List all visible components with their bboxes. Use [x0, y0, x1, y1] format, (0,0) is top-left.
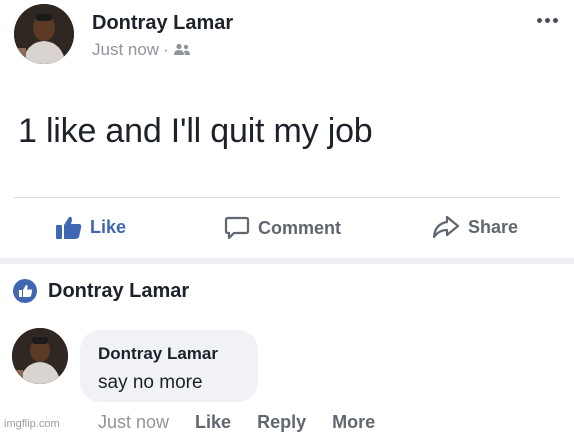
- like-button[interactable]: Like: [56, 215, 126, 239]
- post-meta: Just now ·: [92, 40, 191, 60]
- commenting-as-name: Dontray Lamar: [48, 279, 190, 302]
- post-author-name[interactable]: Dontray Lamar: [92, 12, 233, 35]
- watermark: imgflip.com: [4, 418, 60, 430]
- post-header: Dontray Lamar Just now ·: [14, 4, 560, 64]
- divider: [14, 197, 560, 198]
- comment-bubble: Dontray Lamar say no more: [80, 330, 258, 402]
- share-icon: [432, 215, 460, 239]
- page-like-badge-icon: [13, 279, 37, 303]
- comment-author-avatar[interactable]: [12, 328, 68, 384]
- post-text: 1 like and I'll quit my job: [18, 112, 373, 150]
- post-options-button[interactable]: [537, 18, 558, 23]
- friends-icon[interactable]: [173, 43, 191, 56]
- post-timestamp[interactable]: Just now: [92, 40, 159, 59]
- comment: Dontray Lamar say no more Just now Like …: [12, 328, 562, 432]
- meta-separator: ·: [163, 40, 169, 59]
- more-dot: [553, 18, 558, 23]
- more-dot: [537, 18, 542, 23]
- post-action-bar: Like Comment Share: [0, 205, 574, 253]
- comment-more-button[interactable]: More: [332, 412, 375, 433]
- more-dot: [545, 18, 550, 23]
- comment-reply-button[interactable]: Reply: [257, 412, 306, 433]
- comment-icon: [224, 216, 250, 240]
- like-label: Like: [90, 216, 127, 237]
- comment-timestamp[interactable]: Just now: [98, 412, 169, 433]
- comment-actions: Just now Like Reply More: [98, 412, 375, 433]
- commenting-as[interactable]: Dontray Lamar: [12, 278, 189, 304]
- share-label: Share: [468, 216, 519, 237]
- author-avatar[interactable]: [14, 4, 74, 64]
- section-separator: [0, 258, 574, 264]
- comment-button[interactable]: Comment: [224, 215, 341, 241]
- share-button[interactable]: Share: [432, 215, 518, 239]
- thumbs-up-icon: [56, 216, 82, 239]
- comment-like-button[interactable]: Like: [195, 412, 231, 433]
- comment-author-name[interactable]: Dontray Lamar: [98, 344, 218, 364]
- comment-text: say no more: [98, 372, 203, 393]
- comment-label: Comment: [258, 217, 342, 238]
